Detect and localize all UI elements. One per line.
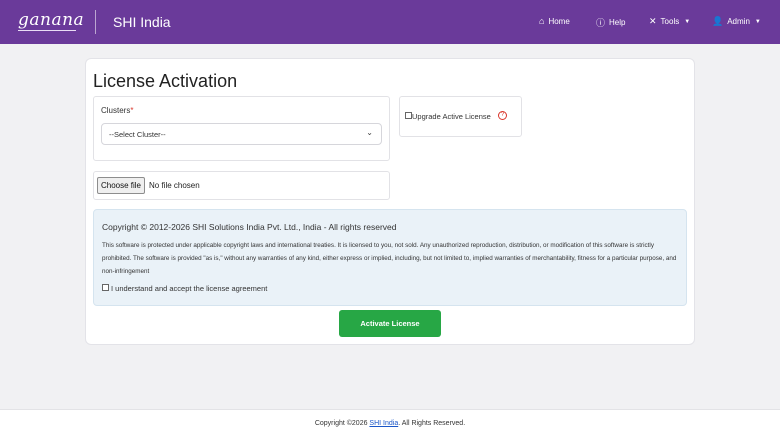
accept-license-label[interactable]: I understand and accept the license agre… — [111, 284, 267, 293]
nav-help[interactable]: ⓘ Help — [596, 16, 625, 29]
footer-copyright: Copyright ©2026 SHI India. All Rights Re… — [0, 420, 780, 427]
user-icon: 👤 — [712, 16, 724, 26]
chevron-down-icon: ▼ — [754, 18, 761, 25]
nav-admin[interactable]: 👤 Admin ▼ — [712, 16, 761, 27]
brand-underline — [18, 30, 76, 31]
brand-logo[interactable]: ganana — [18, 10, 84, 30]
required-marker: * — [130, 106, 134, 115]
license-agreement-text: This software is protected under applica… — [102, 242, 677, 275]
cluster-select[interactable]: --Select Cluster-- ⌄ — [101, 123, 382, 145]
info-icon[interactable]: ? — [498, 111, 507, 120]
clusters-label: Clusters* — [101, 106, 133, 115]
activate-license-button[interactable]: Activate License — [339, 310, 441, 337]
footer-link[interactable]: SHI India — [369, 420, 398, 427]
nav-tools[interactable]: ✕ Tools ▼ — [649, 16, 690, 27]
tools-icon: ✕ — [649, 16, 657, 26]
clusters-label-text: Clusters — [101, 106, 131, 115]
organization-name: SHI India — [113, 14, 171, 30]
upgrade-license-checkbox[interactable] — [405, 112, 412, 119]
home-icon: ⌂ — [539, 16, 545, 26]
chevron-down-icon: ▼ — [684, 18, 691, 25]
upgrade-license-label[interactable]: Upgrade Active License — [412, 112, 491, 121]
page-title: License Activation — [93, 71, 238, 91]
top-navbar: ganana SHI India ⌂ Home ⓘ Help ✕ Tools ▼… — [0, 0, 780, 44]
footer-suffix: . All Rights Reserved. — [398, 420, 466, 427]
file-status: No file chosen — [149, 181, 200, 190]
nav-divider — [95, 10, 96, 34]
chevron-down-icon: ⌄ — [366, 128, 373, 137]
nav-home[interactable]: ⌂ Home — [539, 16, 570, 26]
choose-file-button[interactable]: Choose file — [97, 177, 145, 194]
footer-prefix: Copyright ©2026 — [314, 420, 370, 427]
nav-home-label: Home — [548, 16, 570, 26]
cluster-select-value: --Select Cluster-- — [109, 130, 166, 139]
help-icon: ⓘ — [596, 18, 606, 28]
license-copyright-title: Copyright © 2012-2026 SHI Solutions Indi… — [102, 222, 397, 232]
nav-help-label: Help — [609, 18, 626, 27]
accept-license-checkbox[interactable] — [102, 284, 109, 291]
nav-admin-label: Admin — [727, 17, 750, 26]
nav-tools-label: Tools — [660, 17, 680, 26]
